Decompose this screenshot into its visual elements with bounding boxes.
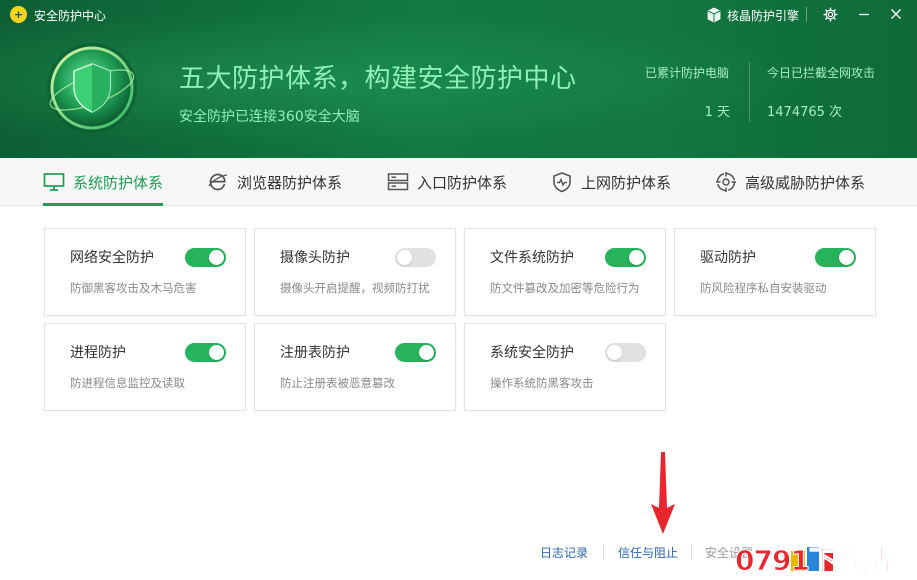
settings-button[interactable]: [818, 3, 842, 25]
card-registry-protection: 注册表防护 防止注册表被恶意篡改: [254, 323, 456, 411]
toggle-knob: [397, 250, 412, 265]
tab-internet-protection[interactable]: 上网防护体系: [551, 158, 671, 206]
tab-entry-protection[interactable]: 入口防护体系: [387, 158, 507, 206]
stat-label: 已累计防护电脑: [645, 66, 730, 80]
card-description: 防止注册表被恶意篡改: [280, 376, 395, 390]
hero-headline: 五大防护体系，构建安全防护中心: [179, 64, 577, 94]
card-title: 网络安全防护: [70, 250, 154, 266]
footer-divider: [691, 545, 692, 559]
card-description: 防风险程序私自安装驱动: [700, 281, 827, 295]
gear-icon: [822, 6, 838, 22]
card-title: 驱动防护: [700, 250, 756, 266]
title-bar: + 安全防护中心 核晶防护引擎: [0, 0, 917, 30]
card-process-protection: 进程防护 防进程信息监控及读取: [44, 323, 246, 411]
site-watermark: 0791下载站: [735, 537, 915, 579]
log-record-link[interactable]: 日志记录: [540, 544, 588, 561]
shield-emblem: [44, 40, 140, 136]
header-banner: + 安全防护中心 核晶防护引擎 五大防护体系，构建安全防护中心 安全防护已连接3…: [0, 0, 917, 158]
shield-icon: [47, 43, 137, 133]
card-title: 系统安全防护: [490, 345, 574, 361]
card-title: 注册表防护: [280, 345, 350, 361]
titlebar-divider: [806, 7, 807, 22]
toggle-system-security-protection[interactable]: [605, 343, 646, 362]
close-icon: [891, 9, 901, 19]
stat-value: 1474765 次: [767, 105, 843, 120]
app-title: 安全防护中心: [34, 9, 107, 23]
card-description: 防文件篡改及加密等危险行为: [490, 281, 640, 295]
server-icon: [387, 171, 409, 193]
engine-label: 核晶防护引擎: [727, 8, 800, 23]
tab-system-protection[interactable]: 系统防护体系: [43, 158, 164, 206]
card-title: 进程防护: [70, 345, 126, 361]
tab-advanced-threat-protection[interactable]: 高级威胁防护体系: [715, 158, 865, 206]
card-filesystem-protection: 文件系统防护 防文件篡改及加密等危险行为: [464, 228, 666, 316]
card-title: 文件系统防护: [490, 250, 574, 266]
card-camera-protection: 摄像头防护 摄像头开启提醒，视频防打扰: [254, 228, 456, 316]
stat-label: 今日已拦截全网攻击: [767, 66, 876, 80]
toggle-knob: [209, 345, 224, 360]
toggle-registry-protection[interactable]: [395, 343, 436, 362]
stat-protected-days: 已累计防护电脑 1 天: [645, 64, 735, 120]
target-icon: [715, 171, 737, 193]
shield-pulse-icon: [551, 171, 573, 193]
toggle-knob: [419, 345, 434, 360]
card-description: 操作系统防黑客攻击: [490, 376, 594, 390]
tab-browser-protection[interactable]: 浏览器防护体系: [207, 158, 342, 206]
card-title: 摄像头防护: [280, 250, 350, 266]
tab-label: 浏览器防护体系: [237, 173, 343, 192]
protection-tabs: 系统防护体系 浏览器防护体系 入口防护体系 上网防护体系 高级威胁防护体系: [0, 158, 917, 206]
monitor-icon: [43, 171, 65, 193]
card-description: 摄像头开启提醒，视频防打扰: [280, 281, 430, 295]
trust-block-link[interactable]: 信任与阻止: [618, 544, 678, 561]
tab-label: 入口防护体系: [417, 173, 508, 192]
card-system-security-protection: 系统安全防护 操作系统防黑客攻击: [464, 323, 666, 411]
minimize-button[interactable]: [852, 3, 876, 25]
stat-divider: [749, 62, 750, 122]
engine-button[interactable]: 核晶防护引擎: [706, 4, 799, 26]
toggle-network-protection[interactable]: [185, 248, 226, 267]
tab-label: 上网防护体系: [581, 173, 672, 192]
toggle-filesystem-protection[interactable]: [605, 248, 646, 267]
stat-blocked-attacks: 今日已拦截全网攻击 1474765 次: [767, 64, 875, 120]
card-description: 防御黑客攻击及木马危害: [70, 281, 197, 295]
minimize-icon: [859, 13, 869, 16]
toggle-knob: [209, 250, 224, 265]
toggle-process-protection[interactable]: [185, 343, 226, 362]
red-arrow-icon: [651, 452, 675, 534]
toggle-camera-protection[interactable]: [395, 248, 436, 267]
cube-icon: [707, 7, 721, 23]
toggle-knob: [629, 250, 644, 265]
toggle-driver-protection[interactable]: [815, 248, 856, 267]
toggle-knob: [839, 250, 854, 265]
browser-icon: [207, 171, 229, 193]
watermark-text: 0791下载站: [735, 544, 892, 578]
toggle-knob: [607, 345, 622, 360]
footer-divider: [603, 545, 604, 559]
stat-value: 1 天: [704, 105, 730, 120]
tab-label: 高级威胁防护体系: [745, 173, 866, 192]
close-button[interactable]: [884, 3, 908, 25]
tab-label: 系统防护体系: [73, 173, 164, 192]
hero-subline: 安全防护已连接360安全大脑: [179, 109, 360, 125]
card-driver-protection: 驱动防护 防风险程序私自安装驱动: [674, 228, 876, 316]
card-description: 防进程信息监控及读取: [70, 376, 185, 390]
card-network-protection: 网络安全防护 防御黑客攻击及木马危害: [44, 228, 246, 316]
app-logo-icon: +: [10, 6, 27, 23]
